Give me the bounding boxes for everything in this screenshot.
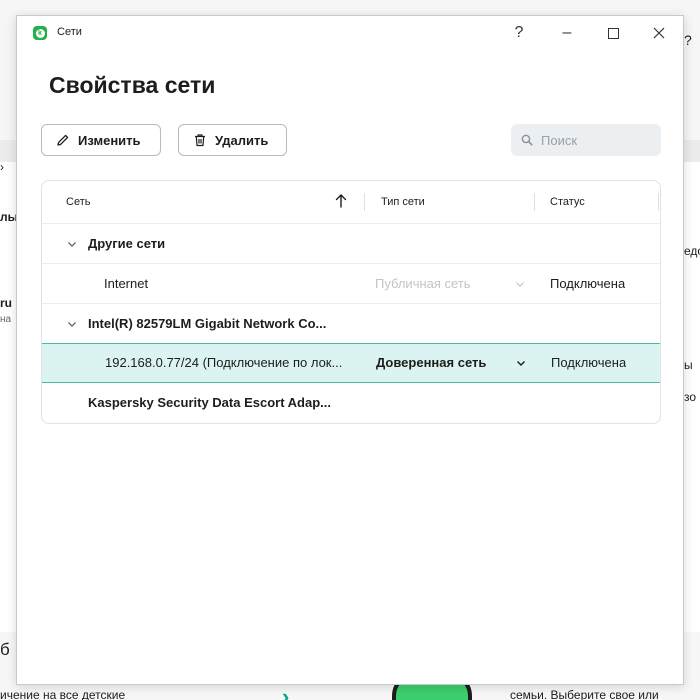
background-text: ы (684, 358, 693, 372)
column-header-network[interactable]: Сеть (66, 196, 90, 208)
network-type-select: Публичная сеть (375, 276, 471, 291)
table-group-row[interactable]: Другие сети (42, 223, 660, 263)
kaspersky-app-icon: k (33, 26, 47, 40)
background-text: лы (0, 210, 16, 224)
chevron-down-icon[interactable] (515, 357, 527, 369)
network-name: 192.168.0.77/24 (Подключение по лок... (105, 355, 343, 370)
delete-button[interactable]: Удалить (178, 124, 287, 156)
column-header-status[interactable]: Статус (550, 196, 585, 208)
table-group-row[interactable]: Kaspersky Security Data Escort Adap... (42, 383, 660, 423)
column-divider[interactable] (534, 193, 535, 211)
search-box[interactable] (511, 124, 661, 156)
help-button[interactable]: ? (499, 20, 539, 46)
background-text: ru (0, 296, 12, 310)
chevron-down-icon (516, 282, 524, 287)
maximize-button[interactable] (593, 20, 633, 46)
table-group-row[interactable]: Intel(R) 82579LM Gigabit Network Co... (42, 303, 660, 343)
sort-ascending-icon[interactable] (334, 193, 348, 209)
search-icon (521, 134, 533, 146)
background-text: зо (684, 390, 697, 404)
background-text: едо (684, 244, 700, 258)
background-chevron-icon: › (282, 684, 290, 700)
edit-button-label: Изменить (78, 132, 141, 148)
window-title: Сети (57, 26, 82, 38)
search-input[interactable] (541, 132, 651, 148)
close-button[interactable] (639, 20, 679, 46)
minimize-button[interactable]: – (547, 20, 587, 46)
table-header: Сеть Тип сети Статус (42, 181, 660, 223)
background-text: б (0, 640, 10, 659)
pencil-icon (57, 134, 69, 146)
group-label: Другие сети (88, 236, 166, 251)
close-icon (653, 27, 665, 39)
background-text: ? (684, 32, 692, 48)
networks-table: Сеть Тип сети Статус Другие сети Interne… (41, 180, 661, 424)
group-label: Kaspersky Security Data Escort Adap... (88, 395, 332, 410)
delete-button-label: Удалить (215, 132, 269, 148)
background-text: на (0, 314, 12, 325)
network-status: Подключена (551, 355, 627, 370)
page-title: Свойства сети (49, 72, 216, 98)
table-row-selected[interactable]: 192.168.0.77/24 (Подключение по лок... Д… (42, 343, 660, 383)
column-divider[interactable] (364, 193, 365, 211)
group-label: Intel(R) 82579LM Gigabit Network Co... (88, 316, 327, 331)
network-status: Подключена (550, 276, 626, 291)
trash-icon (195, 134, 205, 147)
background-text: › (0, 160, 4, 174)
title-bar: k Сети ? – (17, 16, 683, 50)
network-name: Internet (104, 276, 149, 291)
network-type-select[interactable]: Доверенная сеть (376, 355, 506, 370)
edit-button[interactable]: Изменить (41, 124, 161, 156)
background-text: семьи. Выберите свое или (510, 688, 659, 700)
chevron-down-icon[interactable] (66, 238, 78, 250)
maximize-icon (607, 27, 619, 39)
background-text: ичение на все детские (0, 688, 126, 700)
chevron-down-icon[interactable] (66, 318, 78, 330)
column-divider[interactable] (658, 193, 659, 211)
column-header-type[interactable]: Тип сети (381, 196, 425, 208)
table-row[interactable]: Internet Публичная сеть Подключена (42, 263, 660, 303)
networks-dialog: k Сети ? – Свойства сети Изменить Удалит… (16, 15, 684, 685)
